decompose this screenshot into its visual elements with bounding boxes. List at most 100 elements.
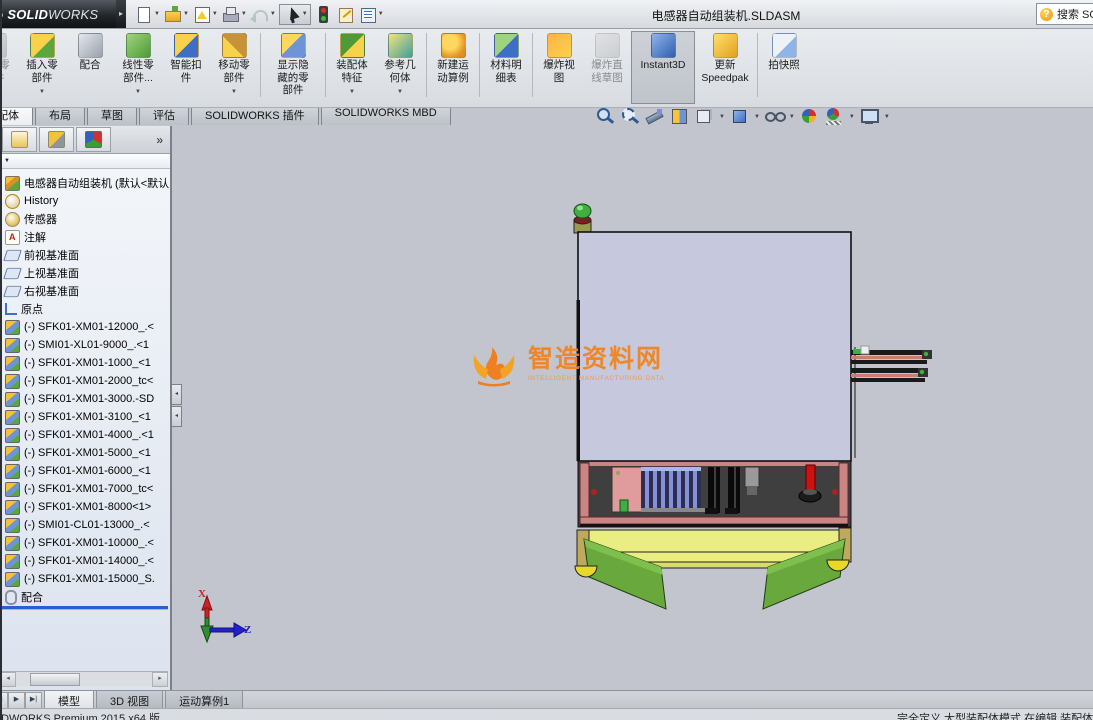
tree-item-component[interactable]: (-) SFK01-XM01-5000_<1: [0, 444, 170, 462]
display-style-icon[interactable]: [729, 107, 750, 126]
open-button[interactable]: ▼: [163, 5, 189, 24]
rollback-bar[interactable]: [0, 606, 168, 609]
help-icon[interactable]: ?: [1040, 8, 1053, 21]
zoom-to-area-icon[interactable]: [619, 107, 640, 126]
flyout-collapse-button[interactable]: ◂: [171, 384, 182, 405]
tree-item-component[interactable]: (-) SFK01-XM01-15000_S.: [0, 570, 170, 588]
reference-geometry-button[interactable]: 参考几 何体▼: [376, 31, 424, 104]
chevron-down-icon[interactable]: ▼: [754, 114, 760, 120]
tree-item-component[interactable]: (-) SFK01-XM01-7000_tc<: [0, 480, 170, 498]
nav-next-button[interactable]: ▶: [8, 692, 25, 709]
insert-component-button[interactable]: 插入零 部件▼: [18, 31, 66, 104]
chevron-down-icon[interactable]: ▼: [212, 11, 218, 17]
tree-item-component[interactable]: (-) SFK01-XM01-3100_<1: [0, 408, 170, 426]
filter-caret-icon[interactable]: ▼: [4, 158, 10, 164]
tree-item-component[interactable]: (-) SFK01-XM01-3000.-SD: [0, 390, 170, 408]
tree-item-component[interactable]: (-) SFK01-XM01-4000_.<1: [0, 426, 170, 444]
tree-item-component[interactable]: (-) SMI01-CL01-13000_.<: [0, 516, 170, 534]
save-button[interactable]: ▼: [192, 5, 218, 24]
tree-item-component[interactable]: (-) SFK01-XM01-8000<1>: [0, 498, 170, 516]
select-button[interactable]: ▼: [279, 4, 311, 25]
tab-model[interactable]: 模型: [44, 690, 94, 709]
document-title: 电感器自动组装机.SLDASM: [596, 7, 856, 24]
tree-item-sensors[interactable]: 传感器: [0, 210, 170, 228]
chevron-down-icon[interactable]: ▼: [270, 11, 276, 17]
new-motion-study-icon: [441, 33, 466, 58]
bill-of-materials-button[interactable]: 材料明 细表: [482, 31, 530, 104]
zoom-to-fit-icon[interactable]: [594, 107, 615, 126]
exploded-view-button[interactable]: 爆炸视 图: [535, 31, 583, 104]
tree-item-component[interactable]: (-) SFK01-XM01-10000_.<: [0, 534, 170, 552]
edit-appearance-icon[interactable]: [799, 107, 820, 126]
chevron-down-icon[interactable]: ▼: [135, 86, 141, 99]
tab-displaymanager[interactable]: [76, 127, 111, 152]
chevron-down-icon[interactable]: ▼: [849, 114, 855, 120]
tree-item-root[interactable]: 电感器自动组装机 (默认<默认: [0, 174, 170, 192]
show-hidden-components-button[interactable]: 显示隐 藏的零 部件: [263, 31, 323, 104]
tab-configurationmanager[interactable]: [39, 127, 74, 152]
mate-button[interactable]: 配合: [66, 31, 114, 104]
tab-3d-views[interactable]: 3D 视图: [96, 690, 163, 709]
chevron-down-icon[interactable]: ▼: [241, 11, 247, 17]
scrollbar-thumb[interactable]: [30, 673, 80, 686]
undo-button[interactable]: ▼: [250, 5, 276, 24]
plane-icon: [3, 249, 22, 260]
options-button[interactable]: ▼: [358, 5, 384, 24]
tree-item-front-plane[interactable]: 前视基准面: [0, 246, 170, 264]
chevron-down-icon[interactable]: ▼: [302, 11, 308, 17]
apply-scene-icon[interactable]: [824, 107, 845, 126]
view-settings-icon[interactable]: [859, 107, 880, 126]
hide-show-items-icon[interactable]: [764, 107, 785, 126]
section-view-icon[interactable]: [669, 107, 690, 126]
chevron-down-icon[interactable]: ▼: [349, 86, 355, 99]
new-motion-study-button[interactable]: 新建运 动算例: [429, 31, 477, 104]
chevron-down-icon[interactable]: ▼: [39, 86, 45, 99]
tree-filter-bar[interactable]: ▼: [0, 154, 170, 169]
smart-fasteners-button[interactable]: 智能扣 件: [162, 31, 210, 104]
chevron-down-icon[interactable]: ▼: [183, 11, 189, 17]
flyout-collapse-button[interactable]: ◂: [171, 406, 182, 427]
new-document-button[interactable]: ▼: [134, 5, 160, 24]
tree-item-right-plane[interactable]: 右视基准面: [0, 282, 170, 300]
tree-item-top-plane[interactable]: 上视基准面: [0, 264, 170, 282]
scroll-left-button[interactable]: ◂: [0, 672, 16, 687]
chevron-down-icon[interactable]: ▼: [789, 114, 795, 120]
tab-motion-study-1[interactable]: 运动算例1: [165, 690, 243, 709]
tree-item-component[interactable]: (-) SFK01-XM01-12000_.<: [0, 318, 170, 336]
chevron-down-icon[interactable]: ▼: [154, 11, 160, 17]
tree-item-origin[interactable]: 原点: [0, 300, 170, 318]
sensor-icon: [5, 212, 20, 227]
tree-item-component[interactable]: (-) SFK01-XM01-2000_tc<: [0, 372, 170, 390]
instant3d-button[interactable]: Instant3D: [631, 31, 695, 104]
chevron-down-icon[interactable]: ▼: [884, 114, 890, 120]
linear-pattern-button[interactable]: 线性零 部件...▼: [114, 31, 162, 104]
previous-view-icon[interactable]: [644, 107, 665, 126]
chevron-down-icon[interactable]: ▼: [231, 86, 237, 99]
tree-item-component[interactable]: (-) SFK01-XM01-14000_.<: [0, 552, 170, 570]
tree-item-component[interactable]: (-) SFK01-XM01-1000_<1: [0, 354, 170, 372]
tab-featuremanager[interactable]: [2, 127, 37, 152]
file-properties-button[interactable]: [336, 5, 355, 24]
nav-last-button[interactable]: ▶|: [25, 692, 42, 709]
tree-item-component[interactable]: (-) SMI01-XL01-9000_.<1: [0, 336, 170, 354]
scroll-right-button[interactable]: ▸: [152, 672, 168, 687]
view-orientation-icon[interactable]: [694, 107, 715, 126]
tree-item-history[interactable]: History: [0, 192, 170, 210]
tree-item-mates[interactable]: 配合: [0, 588, 170, 606]
tree-item-annotations[interactable]: 注解: [0, 228, 170, 246]
assembly-features-button[interactable]: 装配体 特征▼: [328, 31, 376, 104]
search-box[interactable]: ? 搜索 SO: [1036, 3, 1093, 25]
tree-item-component[interactable]: (-) SFK01-XM01-6000_<1: [0, 462, 170, 480]
rebuild-traffic-light-button[interactable]: [314, 5, 333, 24]
update-speedpak-button[interactable]: 更新 Speedpak: [695, 31, 755, 104]
print-button[interactable]: ▼: [221, 5, 247, 24]
chevron-down-icon[interactable]: ▼: [719, 114, 725, 120]
take-snapshot-button[interactable]: 拍快照: [760, 31, 808, 104]
move-component-button[interactable]: 移动零 部件▼: [210, 31, 258, 104]
annotation-icon: [5, 230, 20, 245]
menu-flyout-arrow[interactable]: ▸: [116, 0, 126, 28]
tree-horizontal-scrollbar[interactable]: ◂ ▸: [0, 671, 168, 686]
chevron-down-icon[interactable]: ▼: [397, 86, 403, 99]
expand-panel-tabs-button[interactable]: »: [156, 133, 163, 147]
chevron-down-icon[interactable]: ▼: [378, 11, 384, 17]
